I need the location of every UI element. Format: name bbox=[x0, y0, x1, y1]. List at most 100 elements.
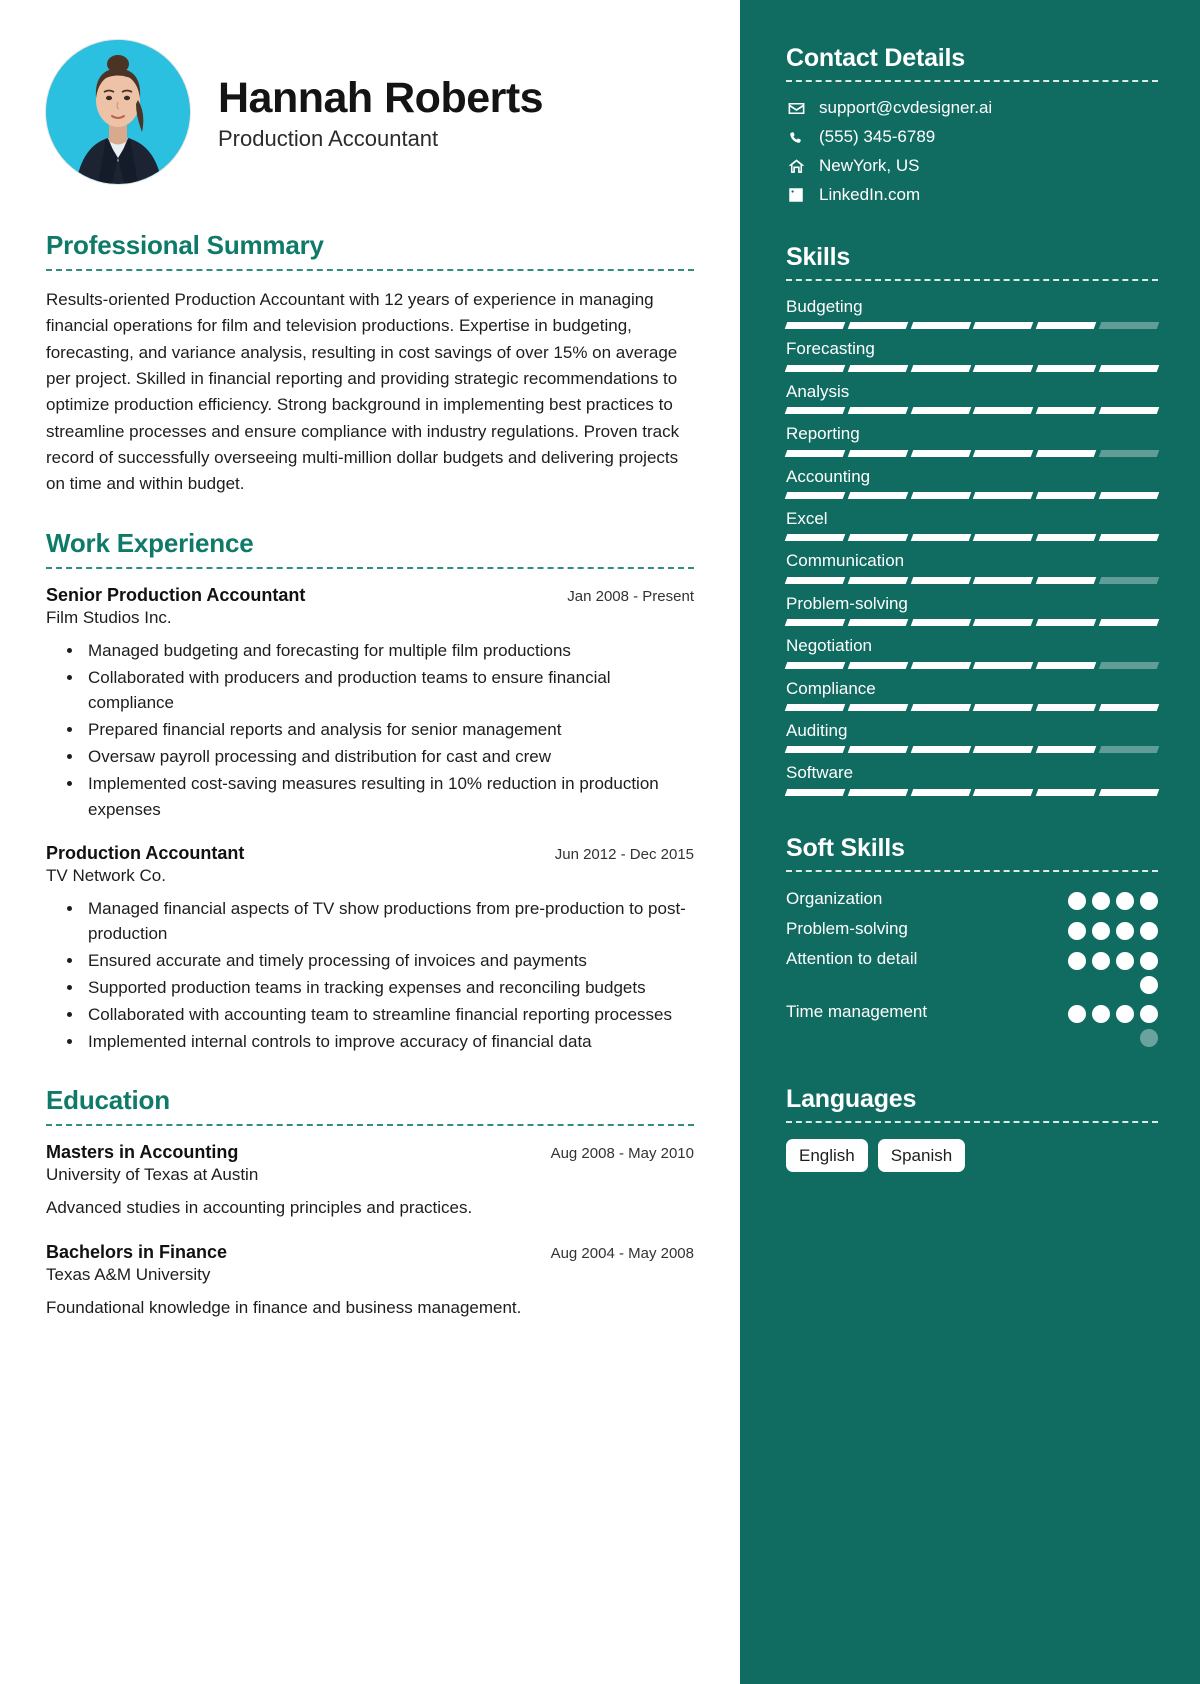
envelope-icon bbox=[786, 98, 806, 118]
skill-level-bar bbox=[784, 661, 1160, 669]
linkedin-icon bbox=[786, 185, 806, 205]
rating-dot bbox=[1068, 891, 1086, 910]
skill-bar-segment bbox=[784, 322, 846, 330]
skill-bar-segment bbox=[847, 788, 908, 796]
skill-name: Problem-solving bbox=[786, 593, 908, 613]
summary-text: Results-oriented Production Accountant w… bbox=[46, 290, 680, 494]
soft-skill-row: Organization bbox=[786, 888, 1158, 911]
skill-level-bar bbox=[784, 703, 1160, 711]
skill-bar-segment bbox=[910, 619, 971, 627]
soft-skill-rating bbox=[1062, 948, 1158, 994]
experience-company: TV Network Co. bbox=[46, 865, 166, 885]
skill-bar-segment bbox=[910, 746, 971, 754]
soft-skill-name: Time management bbox=[786, 1001, 928, 1021]
skill-row: Excel bbox=[784, 509, 1160, 542]
section-contact-details: Contact Details support@cvdesigner.ai (55… bbox=[786, 44, 1158, 205]
skill-bar-segment bbox=[1036, 534, 1097, 542]
skill-bar-segment bbox=[910, 322, 971, 330]
section-languages: Languages English Spanish bbox=[786, 1085, 1158, 1172]
skill-bar-segment bbox=[784, 661, 846, 669]
divider bbox=[786, 1120, 1158, 1123]
skill-bar-segment bbox=[1098, 407, 1160, 415]
skill-bar-segment bbox=[847, 364, 908, 372]
skill-bar-segment bbox=[973, 619, 1034, 627]
section-soft-skills: Soft Skills Organization Problem-solving A… bbox=[786, 834, 1158, 1047]
avatar bbox=[46, 40, 190, 184]
skill-row: Forecasting bbox=[784, 339, 1160, 372]
divider bbox=[786, 279, 1158, 281]
skill-bar-segment bbox=[973, 491, 1034, 499]
skill-name: Negotiation bbox=[786, 636, 873, 656]
rating-dot bbox=[1140, 891, 1158, 910]
soft-skill-rating bbox=[1062, 1001, 1158, 1047]
skill-bar-segment bbox=[1098, 619, 1160, 627]
skill-bar-segment bbox=[910, 788, 971, 796]
job-title: Production Accountant bbox=[218, 126, 439, 152]
list-item: Implemented cost-saving measures resulti… bbox=[84, 771, 694, 823]
skill-bar-segment bbox=[1098, 364, 1160, 372]
skill-level-bar bbox=[784, 491, 1160, 499]
sidebar-column: Contact Details support@cvdesigner.ai (55… bbox=[740, 0, 1200, 1684]
skill-bar-segment bbox=[973, 576, 1034, 584]
skill-name: Budgeting bbox=[786, 297, 863, 316]
list-item: Collaborated with producers and producti… bbox=[84, 665, 694, 717]
list-item: Implemented internal controls to improve… bbox=[84, 1029, 694, 1055]
skill-bar-segment bbox=[1098, 746, 1160, 754]
section-work-experience: Work Experience Senior Production Accoun… bbox=[46, 528, 694, 1055]
education-date: Aug 2004 - May 2008 bbox=[550, 1245, 694, 1263]
section-heading-summary: Professional Summary bbox=[46, 230, 324, 260]
education-school: Texas A&M University bbox=[46, 1265, 211, 1285]
skill-bar-segment bbox=[910, 534, 971, 542]
contact-item[interactable]: (555) 345-6789 bbox=[786, 127, 1158, 147]
skill-bar-segment bbox=[784, 746, 846, 754]
divider bbox=[46, 566, 694, 569]
skill-bar-segment bbox=[784, 491, 846, 499]
rating-dot bbox=[1140, 1028, 1158, 1047]
skill-bar-segment bbox=[973, 703, 1034, 711]
skill-bar-segment bbox=[784, 449, 846, 457]
skill-bar-segment bbox=[910, 364, 971, 372]
main-content-column: Hannah Roberts Production Accountant Pro… bbox=[0, 0, 740, 1684]
skill-bar-segment bbox=[847, 703, 908, 711]
education-list: Masters in Accounting Aug 2008 - May 2010… bbox=[46, 1142, 694, 1321]
rating-dot bbox=[1068, 921, 1086, 940]
education-degree: Bachelors in Finance bbox=[46, 1242, 228, 1263]
skill-bar-segment bbox=[910, 407, 971, 415]
list-item: Prepared financial reports and analysis … bbox=[84, 717, 694, 743]
skill-bar-segment bbox=[973, 449, 1034, 457]
contact-item[interactable]: LinkedIn.com bbox=[786, 185, 1158, 205]
skill-bar-segment bbox=[910, 491, 971, 499]
section-professional-summary: Professional Summary Results-oriented Pr… bbox=[46, 230, 694, 498]
experience-entry-header: Production Accountant Jun 2012 - Dec 2015 bbox=[46, 843, 694, 864]
contact-item[interactable]: NewYork, US bbox=[786, 156, 1158, 176]
education-description: Foundational knowledge in finance and bu… bbox=[46, 1298, 522, 1318]
resume-page: Hannah Roberts Production Accountant Pro… bbox=[0, 0, 1200, 1684]
skills-list: Budgeting Forecasting Analysis Reporting Acc… bbox=[784, 297, 1160, 796]
skill-bar-segment bbox=[1036, 703, 1097, 711]
contact-item[interactable]: support@cvdesigner.ai bbox=[786, 98, 1158, 118]
list-item: Managed budgeting and forecasting for mu… bbox=[84, 638, 694, 664]
skill-bar-segment bbox=[784, 576, 846, 584]
sidebar-heading-contact: Contact Details bbox=[786, 44, 965, 72]
divider bbox=[786, 80, 1158, 82]
skill-row: Analysis bbox=[784, 381, 1160, 415]
skill-bar-segment bbox=[973, 322, 1034, 330]
skill-name: Accounting bbox=[786, 466, 871, 486]
skill-name: Software bbox=[786, 763, 854, 783]
skill-bar-segment bbox=[1036, 449, 1097, 457]
skill-bar-segment bbox=[1098, 703, 1160, 711]
skill-bar-segment bbox=[784, 534, 846, 542]
skill-bar-segment bbox=[847, 449, 908, 457]
contact-value: support@cvdesigner.ai bbox=[819, 98, 993, 117]
skill-bar-segment bbox=[973, 661, 1034, 669]
skill-bar-segment bbox=[1036, 619, 1097, 627]
skill-name: Analysis bbox=[786, 381, 850, 401]
experience-list: Senior Production Accountant Jan 2008 - P… bbox=[46, 585, 694, 1055]
rating-dot bbox=[1140, 951, 1158, 970]
education-school: University of Texas at Austin bbox=[46, 1164, 259, 1184]
skill-bar-segment bbox=[1098, 449, 1160, 457]
rating-dot bbox=[1068, 951, 1086, 970]
skill-bar-segment bbox=[1036, 491, 1097, 499]
section-education: Education Masters in Accounting Aug 2008 … bbox=[46, 1085, 694, 1321]
education-date: Aug 2008 - May 2010 bbox=[550, 1144, 694, 1162]
